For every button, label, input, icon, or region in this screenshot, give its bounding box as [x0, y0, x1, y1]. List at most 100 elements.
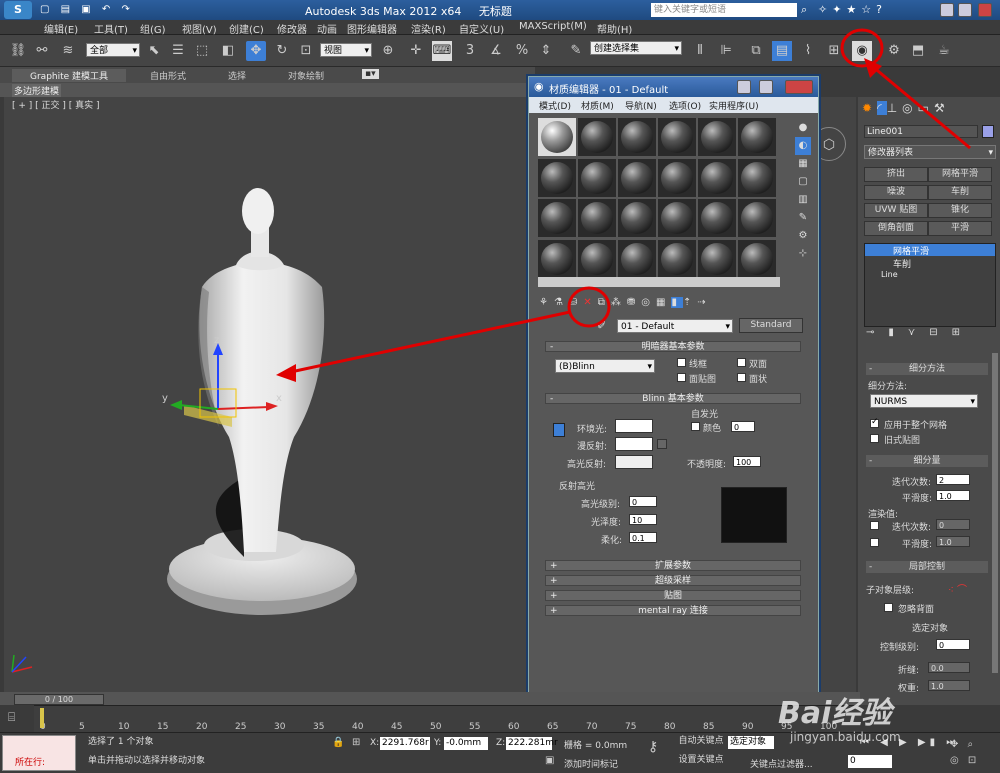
- render-smoothness-checkbox[interactable]: [870, 538, 879, 547]
- vertex-edge-icons[interactable]: ⁖ ⌒: [948, 581, 967, 596]
- app-logo-icon[interactable]: S: [4, 1, 32, 19]
- material-editor-titlebar[interactable]: ◉ 材质编辑器 - 01 - Default: [529, 77, 818, 97]
- select-manipulate-icon[interactable]: ✛: [406, 41, 426, 61]
- opacity-spinner[interactable]: 100: [733, 456, 761, 467]
- menu-rendering[interactable]: 渲染(R): [411, 21, 446, 36]
- window-crossing-icon[interactable]: ◧: [218, 41, 238, 61]
- tab-graphite[interactable]: Graphite 建模工具: [12, 69, 127, 82]
- rect-selection-icon[interactable]: ⬚: [192, 41, 212, 61]
- menu-edit[interactable]: 编辑(E): [44, 21, 78, 36]
- polygon-modeling-label[interactable]: 多边形建模: [12, 84, 62, 97]
- spec-level-spinner[interactable]: 0: [629, 496, 657, 507]
- stack-item-line[interactable]: Line: [865, 270, 995, 282]
- selection-filter-dropdown[interactable]: 全部: [86, 43, 140, 58]
- pin-stack-icon[interactable]: ⊸: [866, 327, 888, 338]
- subdivision-amount-rollout[interactable]: - 细分量: [866, 455, 988, 467]
- time-tag-icon[interactable]: ▣: [545, 755, 554, 766]
- menu-graph-editors[interactable]: 图形编辑器: [347, 21, 397, 36]
- menu-view[interactable]: 视图(V): [182, 21, 217, 36]
- make-unique-stack-icon[interactable]: ⋎: [908, 327, 929, 338]
- minimize-button[interactable]: [940, 3, 954, 17]
- meshsmooth-button[interactable]: 网格平滑: [928, 167, 992, 182]
- two-sided-checkbox[interactable]: [737, 358, 746, 367]
- sample-slot[interactable]: [698, 199, 736, 237]
- render-iterations-spinner[interactable]: 0: [936, 519, 970, 530]
- sample-slot[interactable]: [658, 239, 696, 278]
- make-preview-icon[interactable]: ✎: [795, 209, 811, 227]
- sample-slot[interactable]: [578, 158, 616, 197]
- noise-button[interactable]: 噪波: [864, 185, 928, 200]
- unlink-icon[interactable]: ⚯: [32, 41, 52, 61]
- lock-selection-icon[interactable]: 🔒: [332, 737, 344, 748]
- make-copy-icon[interactable]: ⧉: [598, 297, 611, 308]
- menu-tools[interactable]: 工具(T): [94, 21, 128, 36]
- sample-slot[interactable]: [738, 199, 776, 237]
- sample-slot[interactable]: [618, 118, 656, 156]
- go-sibling-icon[interactable]: ⇢: [697, 297, 711, 308]
- command-panel-scrollbar[interactable]: [992, 353, 998, 673]
- material-name-field[interactable]: 01 - Default: [617, 319, 733, 334]
- shader-basic-params-rollout[interactable]: - 明暗器基本参数: [545, 341, 801, 352]
- current-frame-field[interactable]: 0: [848, 755, 892, 768]
- diffuse-map-button[interactable]: [657, 439, 667, 449]
- put-to-scene-icon[interactable]: ⚗: [554, 297, 569, 308]
- viewport-nav-controls[interactable]: ✥ ⌕ ◎ ⊡: [950, 737, 998, 771]
- reference-coord-dropdown[interactable]: 视图: [320, 43, 372, 58]
- make-unique-icon[interactable]: ⁂: [611, 297, 627, 308]
- close-button[interactable]: [978, 3, 992, 17]
- material-editor-icon[interactable]: ◉: [852, 41, 872, 61]
- bevel-profile-button[interactable]: 倒角剖面: [864, 221, 928, 236]
- background-icon[interactable]: ▦: [795, 155, 811, 173]
- lathe-button[interactable]: 车削: [928, 185, 992, 200]
- apply-whole-mesh-checkbox[interactable]: [870, 417, 879, 428]
- taper-button[interactable]: 锥化: [928, 203, 992, 218]
- utilities-tab-icon[interactable]: ⚒: [934, 101, 950, 115]
- smooth-button[interactable]: 平滑: [928, 221, 992, 236]
- options-icon[interactable]: ⚙: [795, 227, 811, 245]
- sample-slot[interactable]: [738, 158, 776, 197]
- ambient-color-swatch[interactable]: [615, 419, 653, 433]
- blinn-basic-params-rollout[interactable]: - Blinn 基本参数: [545, 393, 801, 404]
- faceted-checkbox[interactable]: [737, 373, 746, 382]
- shader-type-dropdown[interactable]: (B)Blinn: [555, 359, 655, 374]
- uv-tiling-icon[interactable]: ▢: [795, 173, 811, 191]
- smoothness-spinner[interactable]: 1.0: [936, 490, 970, 501]
- scale-icon[interactable]: ⊡: [296, 41, 316, 61]
- me-menu-navigation[interactable]: 导航(N): [625, 99, 657, 112]
- snap-toggle-icon[interactable]: 3: [460, 41, 480, 61]
- search-icon[interactable]: ⌕: [801, 3, 807, 17]
- set-key-button[interactable]: 设置关键点: [676, 754, 726, 769]
- supersampling-rollout[interactable]: + 超级采样: [545, 575, 801, 586]
- self-illum-color-checkbox[interactable]: [691, 422, 700, 431]
- object-name-field[interactable]: Line001: [864, 125, 978, 138]
- me-menu-material[interactable]: 材质(M): [581, 99, 614, 112]
- move-icon[interactable]: ✥: [246, 41, 266, 61]
- angle-snap-icon[interactable]: ∡: [486, 41, 506, 61]
- menu-modifiers[interactable]: 修改器: [277, 21, 307, 36]
- material-id-icon[interactable]: ◎: [641, 297, 656, 308]
- sample-slot[interactable]: [578, 199, 616, 237]
- reset-map-icon[interactable]: ✕: [583, 297, 597, 308]
- y-coordinate-field[interactable]: -0.0mm: [444, 737, 488, 750]
- sample-slots-scrollbar[interactable]: [538, 277, 780, 287]
- rendered-frame-icon[interactable]: ⬒: [908, 41, 928, 61]
- maxscript-listener[interactable]: 所在行:: [2, 735, 76, 771]
- sample-slot[interactable]: [618, 158, 656, 197]
- ribbon-menu-button[interactable]: ▪▾: [362, 69, 379, 79]
- render-production-icon[interactable]: ☕: [934, 41, 954, 61]
- subdiv-method-dropdown[interactable]: NURMS: [870, 394, 978, 409]
- x-coordinate-field[interactable]: 2291.768r: [380, 737, 430, 750]
- select-by-material-icon[interactable]: ⊹: [795, 245, 811, 263]
- show-end-result-stack-icon[interactable]: ▮: [888, 327, 908, 338]
- sample-slot[interactable]: [738, 118, 776, 156]
- tab-freeform[interactable]: 自由形式: [150, 69, 186, 82]
- me-minimize-button[interactable]: [737, 80, 751, 94]
- rotate-icon[interactable]: ↻: [272, 41, 292, 61]
- quick-access-toolbar[interactable]: ▢ ▤ ▣ ↶ ↷: [40, 4, 150, 16]
- crease-spinner[interactable]: 0.0: [928, 662, 970, 673]
- render-setup-icon[interactable]: ⚙: [884, 41, 904, 61]
- uvw-map-button[interactable]: UVW 贴图: [864, 203, 928, 218]
- create-tab-icon[interactable]: ✹: [862, 101, 877, 115]
- help-tools-icons[interactable]: ✧✦★☆?: [818, 3, 887, 16]
- video-color-icon[interactable]: ▥: [795, 191, 811, 209]
